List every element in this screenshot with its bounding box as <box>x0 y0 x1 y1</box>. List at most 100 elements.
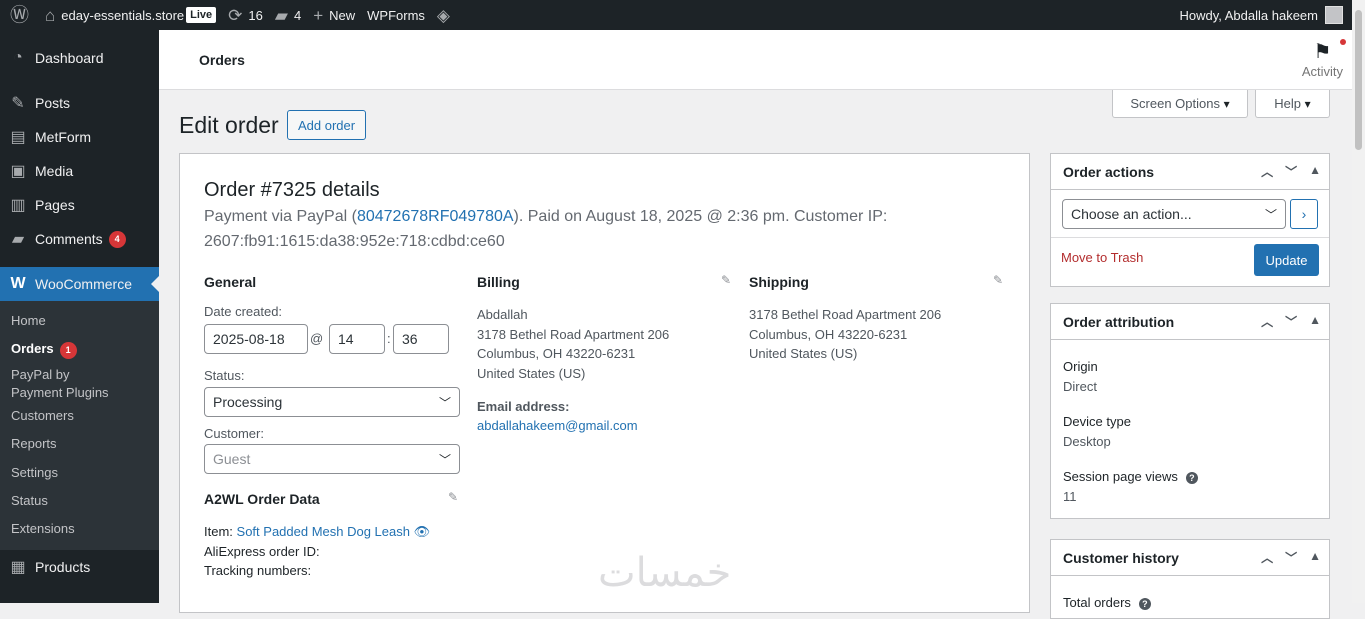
toggle-triangle-icon[interactable]: ▲ <box>1309 163 1321 180</box>
woo-icon: W <box>10 275 26 292</box>
chevron-down-icon: ﹀ <box>1264 207 1277 222</box>
orders-badge: 1 <box>59 342 77 360</box>
customer-history-box: Customer history ︿ ﹀ ▲ Total orders? <box>1050 539 1330 619</box>
status-select[interactable]: Processing ﹀ <box>204 387 460 417</box>
order-attribution-box: Order attribution ︿ ﹀ ▲ Origin Direct Devi… <box>1050 303 1330 519</box>
item-link[interactable]: Soft Padded Mesh Dog Leash <box>237 524 410 539</box>
submenu-reports[interactable]: Reports <box>0 430 159 458</box>
chevron-up-icon[interactable]: ︿ <box>1261 163 1273 180</box>
edit-pencil-icon[interactable]: ✎ <box>993 273 1003 287</box>
submenu-settings[interactable]: Settings <box>0 459 159 487</box>
general-heading: General <box>204 274 257 290</box>
help-icon[interactable]: ? <box>1185 471 1198 484</box>
comments-link[interactable]: ▰ 4 <box>269 0 307 30</box>
live-badge: Live <box>186 7 217 23</box>
divider <box>1051 237 1329 238</box>
order-actions-header: Order actions ︿ ﹀ ▲ <box>1051 154 1329 190</box>
billing-heading: Billing <box>477 274 520 290</box>
site-name-link[interactable]: ⌂ eday-essentials.store Live <box>39 0 222 30</box>
shipping-address: 3178 Bethel Road Apartment 206 Columbus,… <box>749 307 942 361</box>
toggle-triangle-icon[interactable]: ▲ <box>1309 549 1321 566</box>
page-scrollbar[interactable] <box>1352 0 1365 603</box>
billing-address: Abdallah 3178 Bethel Road Apartment 206 … <box>477 307 670 381</box>
avatar <box>1325 6 1343 24</box>
eye-icon[interactable]: 👁 <box>414 524 431 539</box>
chevron-up-icon[interactable]: ︿ <box>1261 549 1273 566</box>
sidebar-item-dashboard[interactable]: ◔ Dashboard <box>0 41 159 75</box>
wpforms-link[interactable]: WPForms <box>361 0 431 30</box>
minute-field[interactable]: 36 <box>393 324 449 354</box>
form-icon: ▤ <box>10 129 26 146</box>
update-button[interactable]: Update <box>1254 244 1319 276</box>
sidebar-item-posts[interactable]: ✎ Posts <box>0 86 159 120</box>
pages-icon: ▥ <box>10 197 26 214</box>
chevron-down-icon[interactable]: ﹀ <box>1285 549 1297 566</box>
order-action-select[interactable]: Choose an action... ﹀ <box>1062 199 1286 229</box>
status-label: Status: <box>204 368 245 383</box>
updates-link[interactable]: ⟳ 16 <box>222 0 269 30</box>
sidebar-item-comments[interactable]: ▰ Comments 4 <box>0 222 159 256</box>
activity-button[interactable]: ⚑ Activity <box>1302 39 1346 79</box>
sidebar-item-woocommerce[interactable]: W WooCommerce <box>0 267 159 301</box>
apply-action-button[interactable]: › <box>1290 199 1318 229</box>
page-title: Edit order <box>179 112 279 138</box>
move-to-trash-link[interactable]: Move to Trash <box>1061 250 1143 265</box>
a2wl-heading: A2WL Order Data <box>204 491 320 507</box>
media-icon: ▣ <box>10 163 26 180</box>
flag-icon: ⚑ <box>1302 39 1346 64</box>
sidebar-item-media[interactable]: ▣ Media <box>0 154 159 188</box>
submenu-orders[interactable]: Orders 1 <box>0 335 159 363</box>
hour-field[interactable]: 14 <box>329 324 385 354</box>
wp-logo-icon[interactable]: Ⓦ <box>0 0 39 30</box>
help-icon[interactable]: ? <box>1138 597 1151 610</box>
add-order-button[interactable]: Add order <box>287 110 367 140</box>
aliexpress-order-label: AliExpress order ID: <box>204 544 320 559</box>
submenu-extensions[interactable]: Extensions <box>0 515 159 543</box>
woo-header: Orders ⚑ Activity <box>159 30 1352 90</box>
new-content-link[interactable]: + New <box>307 0 361 30</box>
updates-icon: ⟳ <box>228 5 243 25</box>
order-attribution-header: Order attribution ︿ ﹀ ▲ <box>1051 304 1329 340</box>
date-field[interactable]: 2025-08-18 <box>204 324 308 354</box>
help-button[interactable]: Help ▾ <box>1255 90 1330 118</box>
scrollbar-thumb[interactable] <box>1355 10 1362 150</box>
chevron-down-icon: ﹀ <box>438 452 451 467</box>
email-link[interactable]: abdallahakeem@gmail.com <box>477 418 638 433</box>
sidebar-item-metform[interactable]: ▤ MetForm <box>0 120 159 154</box>
user-menu[interactable]: Howdy, Abdalla hakeem <box>1179 0 1343 30</box>
comments-badge: 4 <box>108 230 126 248</box>
origin-row: Origin Direct <box>1063 359 1098 394</box>
customer-select[interactable]: Guest ﹀ <box>204 444 460 474</box>
shipping-heading: Shipping <box>749 274 809 290</box>
dashboard-icon: ◔ <box>13 49 23 66</box>
session-views-row: Session page views? 11 <box>1063 469 1198 504</box>
submenu-status[interactable]: Status <box>0 487 159 515</box>
sidebar-item-pages[interactable]: ▥ Pages <box>0 188 159 222</box>
general-section: General <box>204 274 256 290</box>
chevron-up-icon[interactable]: ︿ <box>1261 313 1273 330</box>
edit-pencil-icon[interactable]: ✎ <box>448 490 458 504</box>
submenu-home[interactable]: Home <box>0 307 159 335</box>
screen-options-button[interactable]: Screen Options ▾ <box>1112 90 1248 118</box>
plus-icon: + <box>313 5 324 25</box>
a2wl-item: Item: Soft Padded Mesh Dog Leash 👁 <box>204 524 431 539</box>
diamond-icon[interactable]: ◈ <box>431 0 462 30</box>
watermark: خمسات <box>598 550 732 596</box>
page-breadcrumb: Orders <box>199 52 245 68</box>
date-created-label: Date created: <box>204 304 283 319</box>
transaction-link[interactable]: 80472678RF049780A <box>357 208 514 225</box>
submenu-paypal[interactable]: PayPal by Payment Plugins <box>0 364 159 402</box>
submenu-customers[interactable]: Customers <box>0 402 159 430</box>
chevron-down-icon[interactable]: ﹀ <box>1285 163 1297 180</box>
chevron-down-icon[interactable]: ﹀ <box>1285 313 1297 330</box>
edit-pencil-icon[interactable]: ✎ <box>721 273 731 287</box>
chevron-down-icon: ﹀ <box>438 395 451 410</box>
billing-section: Billing <box>477 274 520 290</box>
colon-label: : <box>387 331 391 346</box>
chevron-right-icon: › <box>1301 206 1307 222</box>
sidebar-item-products[interactable]: ▦ Products <box>0 550 159 584</box>
order-title: Order #7325 details <box>204 179 380 201</box>
customer-label: Customer: <box>204 426 264 441</box>
caret-down-icon: ▾ <box>1304 96 1311 111</box>
toggle-triangle-icon[interactable]: ▲ <box>1309 313 1321 330</box>
